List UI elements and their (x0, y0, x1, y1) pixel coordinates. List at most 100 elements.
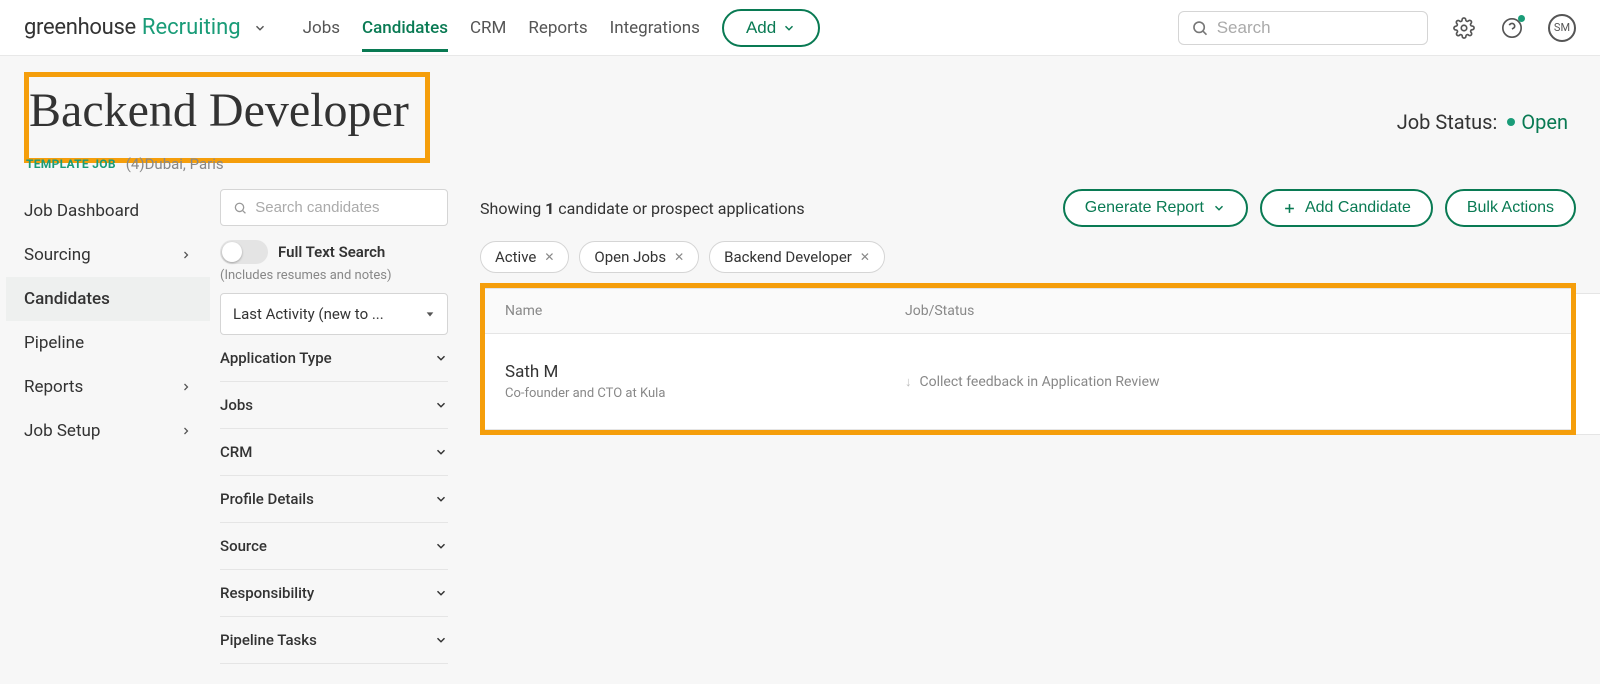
column-status[interactable]: Job/Status (885, 289, 1571, 333)
filter-label: Responsibility (220, 584, 314, 602)
chevron-down-icon (782, 21, 796, 35)
bulk-actions-button[interactable]: Bulk Actions (1445, 189, 1576, 227)
bulk-actions-label: Bulk Actions (1467, 199, 1554, 217)
job-status-value: Open (1521, 110, 1568, 134)
settings-icon[interactable] (1452, 16, 1476, 40)
search-candidates-input[interactable] (255, 199, 435, 216)
plus-icon (1282, 201, 1297, 216)
full-text-note: (Includes resumes and notes) (220, 268, 448, 283)
close-icon[interactable]: ✕ (544, 250, 554, 264)
filter-label: Profile Details (220, 490, 314, 508)
logo[interactable]: greenhouse Recruiting (24, 15, 267, 40)
column-name[interactable]: Name (485, 289, 885, 333)
search-icon (1191, 18, 1209, 38)
candidate-status: Collect feedback in Application Review (920, 374, 1160, 390)
full-text-toggle-row: Full Text Search (220, 240, 448, 264)
filter-chips: Active ✕ Open Jobs ✕ Backend Developer ✕ (480, 241, 1576, 273)
chevron-down-icon (434, 351, 448, 365)
nav-candidates[interactable]: Candidates (362, 4, 448, 52)
add-candidate-button[interactable]: Add Candidate (1260, 189, 1433, 227)
full-text-toggle[interactable] (220, 240, 268, 264)
table-row[interactable]: Sath M Co-founder and CTO at Kula ↓ Coll… (485, 334, 1571, 430)
sidebar-item-job-setup[interactable]: Job Setup (6, 409, 210, 453)
sort-select[interactable]: Last Activity (new to ... (220, 293, 448, 335)
candidate-name: Sath M (505, 362, 865, 382)
chevron-down-icon (434, 539, 448, 553)
sort-select-label: Last Activity (new to ... (233, 305, 384, 323)
chip-label: Open Jobs (594, 248, 666, 266)
global-search[interactable] (1178, 11, 1428, 45)
nav-reports[interactable]: Reports (528, 4, 587, 52)
avatar[interactable]: SM (1548, 14, 1576, 42)
search-icon (233, 200, 247, 216)
filter-source[interactable]: Source (220, 523, 448, 570)
filter-pipeline-tasks[interactable]: Pipeline Tasks (220, 617, 448, 664)
chip-backend-developer[interactable]: Backend Developer ✕ (709, 241, 885, 273)
main-column: Showing 1 candidate or prospect applicat… (458, 189, 1576, 664)
arrow-down-icon: ↓ (905, 374, 912, 390)
sidebar: Job Dashboard Sourcing Candidates Pipeli… (0, 189, 210, 664)
caret-down-icon (425, 309, 435, 319)
main-top-row: Showing 1 candidate or prospect applicat… (480, 189, 1576, 227)
chip-active[interactable]: Active ✕ (480, 241, 569, 273)
chip-label: Backend Developer (724, 248, 852, 266)
full-text-label: Full Text Search (278, 243, 385, 261)
chevron-down-icon (1212, 201, 1226, 215)
filter-profile-details[interactable]: Profile Details (220, 476, 448, 523)
chevron-down-icon (434, 445, 448, 459)
template-job-badge: TEMPLATE JOB (26, 157, 116, 171)
candidate-table-highlight-box: Name Job/Status Sath M Co-founder and CT… (480, 283, 1576, 435)
chip-open-jobs[interactable]: Open Jobs ✕ (579, 241, 699, 273)
chip-label: Active (495, 248, 536, 266)
sidebar-item-label: Job Setup (24, 421, 100, 441)
sidebar-item-label: Pipeline (24, 333, 84, 353)
filter-label: Source (220, 537, 267, 555)
nav-crm[interactable]: CRM (470, 4, 506, 52)
logo-text-1: greenhouse (24, 15, 136, 40)
sidebar-item-label: Sourcing (24, 245, 91, 265)
table-header: Name Job/Status (485, 288, 1571, 334)
top-nav: Jobs Candidates CRM Reports Integrations (303, 4, 700, 52)
close-icon[interactable]: ✕ (860, 250, 870, 264)
logo-text-2: Recruiting (142, 15, 241, 40)
global-search-input[interactable] (1217, 18, 1415, 38)
sidebar-item-pipeline[interactable]: Pipeline (6, 321, 210, 365)
filter-responsibility[interactable]: Responsibility (220, 570, 448, 617)
chevron-down-icon (434, 492, 448, 506)
nav-jobs[interactable]: Jobs (303, 4, 340, 52)
generate-report-label: Generate Report (1085, 199, 1204, 217)
filter-label: Jobs (220, 396, 253, 414)
sidebar-item-reports[interactable]: Reports (6, 365, 210, 409)
sidebar-item-label: Candidates (24, 289, 110, 309)
sidebar-item-label: Reports (24, 377, 83, 397)
add-button[interactable]: Add (722, 9, 820, 47)
candidate-subtitle: Co-founder and CTO at Kula (505, 386, 865, 401)
sidebar-item-sourcing[interactable]: Sourcing (6, 233, 210, 277)
job-status: Job Status: Open (1397, 110, 1576, 134)
page-title: Backend Developer (29, 83, 409, 138)
filter-label: CRM (220, 443, 252, 461)
close-icon[interactable]: ✕ (674, 250, 684, 264)
sidebar-item-job-dashboard[interactable]: Job Dashboard (6, 189, 210, 233)
chevron-right-icon (180, 425, 192, 437)
title-highlight-box: Backend Developer (24, 72, 430, 163)
chevron-right-icon (180, 249, 192, 261)
topbar: greenhouse Recruiting Jobs Candidates CR… (0, 0, 1600, 56)
sidebar-item-candidates[interactable]: Candidates (6, 277, 210, 321)
filter-jobs[interactable]: Jobs (220, 382, 448, 429)
nav-integrations[interactable]: Integrations (610, 4, 700, 52)
search-candidates[interactable] (220, 189, 448, 226)
content: Job Dashboard Sourcing Candidates Pipeli… (0, 187, 1600, 664)
filter-label: Application Type (220, 349, 332, 367)
help-icon[interactable] (1500, 16, 1524, 40)
sidebar-item-label: Job Dashboard (24, 201, 139, 221)
showing-text: Showing 1 candidate or prospect applicat… (480, 199, 805, 218)
location-text: (4)Dubai, Paris (126, 155, 224, 173)
add-candidate-label: Add Candidate (1305, 199, 1411, 217)
chevron-right-icon (180, 381, 192, 393)
chevron-down-icon[interactable] (253, 21, 267, 35)
filter-crm[interactable]: CRM (220, 429, 448, 476)
generate-report-button[interactable]: Generate Report (1063, 189, 1248, 227)
chevron-down-icon (434, 586, 448, 600)
filter-application-type[interactable]: Application Type (220, 335, 448, 382)
